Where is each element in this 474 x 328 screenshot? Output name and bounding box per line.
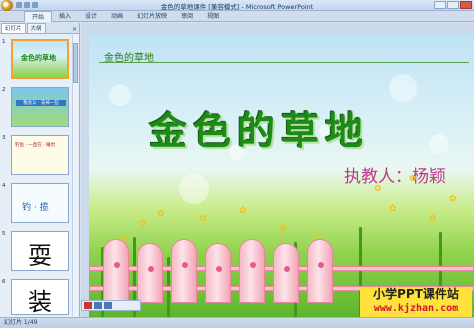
- tab-insert[interactable]: 插入: [52, 11, 78, 22]
- view-buttons: [81, 300, 141, 311]
- watermark-title: 小学PPT课件站: [373, 287, 459, 301]
- flower-icon: ✿: [374, 184, 382, 194]
- thumbnail-number: 5: [2, 231, 6, 237]
- thumbnail-text: 我会认 · 去掉一些: [16, 100, 66, 106]
- record-icon[interactable]: [84, 302, 92, 309]
- slide-thumbnail[interactable]: 钓 · 揽: [11, 183, 69, 223]
- thumbnail-number: 1: [2, 39, 6, 45]
- slide-thumbnail[interactable]: 钓鱼 · 一直在 · 睡觉: [11, 135, 69, 175]
- panel-tabs: 幻灯片 大纲 ×: [0, 23, 79, 34]
- tab-animations[interactable]: 动画: [104, 11, 130, 22]
- slide-thumbnail[interactable]: 我会认 · 去掉一些: [11, 87, 69, 127]
- tab-outline[interactable]: 大纲: [26, 23, 46, 33]
- minimize-button[interactable]: [434, 1, 446, 9]
- watermark-url: www.kjzhan.com: [373, 303, 459, 314]
- fence-post: [103, 239, 129, 303]
- tab-review[interactable]: 审阅: [174, 11, 200, 22]
- title-bar: 金色的草地课件 [兼容模式] - Microsoft PowerPoint: [0, 0, 474, 11]
- thumbnail-text: 金色的草地: [21, 54, 56, 62]
- slide-thumbnail[interactable]: 装: [11, 279, 69, 315]
- teacher-name[interactable]: 执教人：杨颖: [344, 162, 446, 187]
- fence-post: [171, 239, 197, 303]
- site-watermark: 小学PPT课件站 www.kjzhan.com: [360, 287, 472, 317]
- thumbnail-number: 3: [2, 135, 6, 141]
- flower-icon: ✿: [389, 204, 397, 214]
- flower-icon: ✿: [409, 174, 417, 184]
- flower-icon: ✿: [199, 214, 207, 224]
- fence-post: [205, 243, 231, 303]
- decorative-bubble: [429, 134, 449, 154]
- fence-post: [137, 243, 163, 303]
- thumbnail-number: 6: [2, 279, 6, 285]
- thumbnail-text: 装: [28, 288, 52, 315]
- flower-icon: ✿: [449, 194, 457, 204]
- flower-icon: ✿: [139, 219, 147, 229]
- tab-design[interactable]: 设计: [78, 11, 104, 22]
- decorative-bubble: [389, 74, 417, 102]
- fence-post: [273, 243, 299, 303]
- thumbnail-number: 2: [2, 87, 6, 93]
- status-bar: 幻灯片 1/49: [0, 317, 474, 328]
- heading-divider: [99, 62, 469, 63]
- slide-title[interactable]: 金色的草地: [149, 100, 369, 155]
- close-button[interactable]: [460, 1, 472, 9]
- slide-thumbnail[interactable]: 金色的草地: [11, 39, 69, 79]
- flower-icon: ✿: [279, 224, 287, 234]
- tab-home[interactable]: 开始: [24, 10, 53, 22]
- flower-icon: ✿: [429, 214, 437, 224]
- thumbnail-text: 钓 · 揽: [22, 203, 49, 213]
- thumbnail-text: 耍: [28, 242, 52, 270]
- slides-panel: 幻灯片 大纲 × 1 金色的草地 2 我会认 · 去掉一些 3 钓鱼 · 一直在…: [0, 23, 80, 317]
- slide-canvas[interactable]: 金色的草地 金色的草地 执教人：杨颖 ✿ ✿ ✿ ✿ ✿ ✿ ✿ ✿ ✿ ✿ ✿…: [89, 34, 474, 317]
- tab-slides[interactable]: 幻灯片: [1, 23, 26, 33]
- scrollbar-thumb[interactable]: [73, 43, 78, 83]
- decorative-bubble: [179, 174, 209, 204]
- slide-counter: 幻灯片 1/49: [4, 319, 38, 326]
- thumbnail-number: 4: [2, 183, 6, 189]
- panel-close-icon[interactable]: ×: [72, 26, 77, 33]
- tab-slideshow[interactable]: 幻灯片放映: [130, 11, 174, 22]
- thumbnail-text: 钓鱼 · 一直在 · 睡觉: [15, 143, 56, 148]
- decorative-bubble: [109, 84, 131, 106]
- panel-scrollbar[interactable]: [72, 35, 78, 316]
- sorter-view-icon[interactable]: [104, 302, 112, 309]
- flower-icon: ✿: [157, 209, 165, 219]
- window-controls: [434, 1, 472, 9]
- fence-post: [307, 239, 333, 303]
- tab-view[interactable]: 视图: [200, 11, 226, 22]
- slide-thumbnail[interactable]: 耍: [11, 231, 69, 271]
- flower-icon: ✿: [239, 206, 247, 216]
- fence-post: [239, 239, 265, 303]
- slide-editor-area: 金色的草地 金色的草地 执教人：杨颖 ✿ ✿ ✿ ✿ ✿ ✿ ✿ ✿ ✿ ✿ ✿…: [81, 23, 474, 317]
- maximize-button[interactable]: [447, 1, 459, 9]
- normal-view-icon[interactable]: [94, 302, 102, 309]
- window-title: 金色的草地课件 [兼容模式] - Microsoft PowerPoint: [160, 3, 314, 11]
- ribbon-tabs: 开始 插入 设计 动画 幻灯片放映 审阅 视图: [0, 10, 474, 22]
